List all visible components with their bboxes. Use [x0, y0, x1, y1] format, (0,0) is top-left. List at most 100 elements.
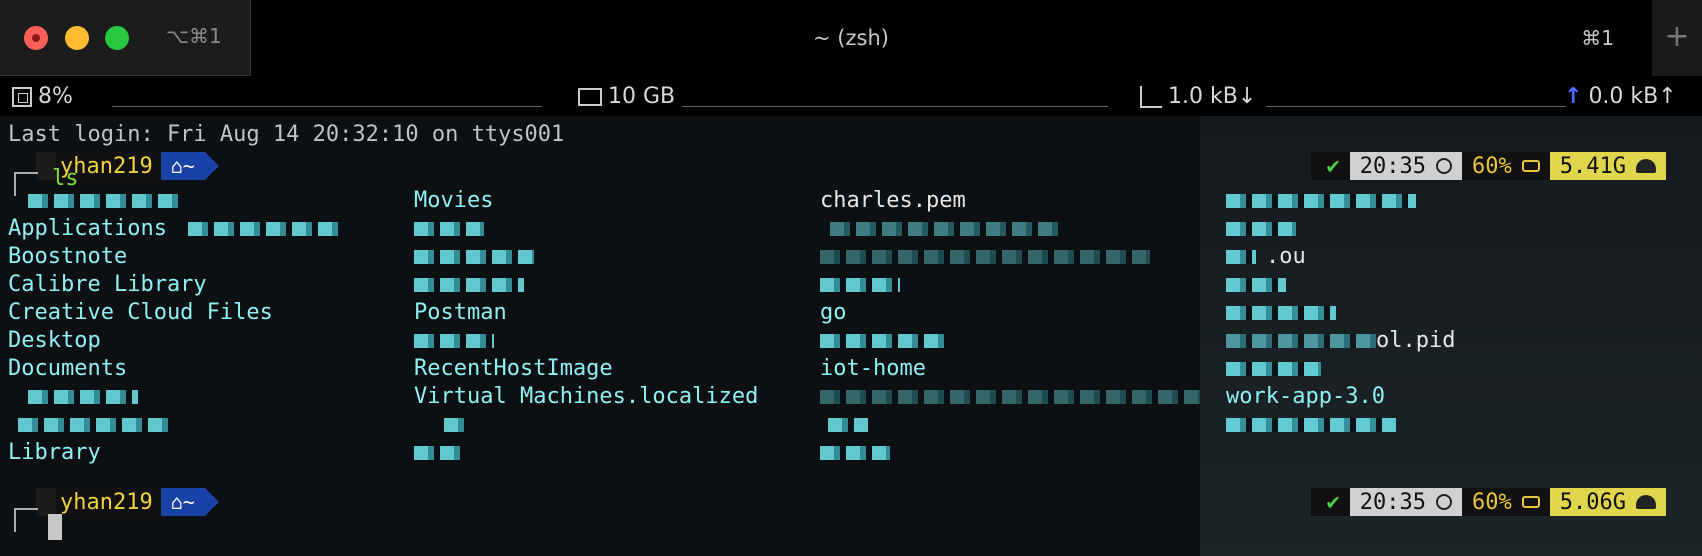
list-item: work-app-3.0 [1226, 384, 1385, 409]
list-item: go [820, 300, 847, 325]
net-graph [1266, 106, 1566, 107]
redacted-block [1226, 362, 1321, 376]
gauge-icon [1636, 495, 1656, 509]
prompt-memory: 5.41G [1549, 152, 1666, 180]
list-item: RecentHostImage [414, 356, 613, 381]
redacted-block [820, 250, 1150, 264]
status-bar: 8% 10 GB 1.0 kB↓ ↑ 0.0 kB↑ [0, 76, 1702, 116]
net-up-status: ↑ 0.0 kB↑ [1564, 84, 1677, 109]
redacted-block [1226, 418, 1396, 432]
apple-icon [36, 488, 56, 516]
command-text: ls [52, 166, 79, 191]
memory-status: 10 GB [578, 84, 675, 109]
memory-graph [682, 106, 1108, 107]
clock-icon [1436, 494, 1453, 510]
list-item: iot-home [820, 356, 926, 381]
prompt-battery: 60% [1462, 152, 1550, 180]
list-item: charles.pem [820, 188, 966, 213]
cpu-value: 8% [38, 84, 73, 109]
prompt-2: yhan219 ⌂ ~ [36, 488, 219, 516]
upload-icon: ↑ [1564, 84, 1583, 109]
redacted-block [820, 334, 950, 348]
tab-number: ⌘1 [1581, 26, 1614, 50]
prompt-arrow [204, 152, 219, 180]
redacted-block [1226, 334, 1376, 348]
time-value: 20:35 [1359, 153, 1427, 179]
list-item: Applications [8, 216, 167, 241]
net-down-status: 1.0 kB↓ [1140, 84, 1256, 109]
list-item: ol.pid [1376, 328, 1456, 353]
prompt-arrow [204, 488, 219, 516]
prompt-time: 20:35 [1349, 488, 1463, 516]
redacted-block [1226, 278, 1286, 292]
right-prompt-1: ✔ 20:35 60% 5.41G [1310, 152, 1666, 180]
redacted-block [1226, 222, 1296, 236]
redacted-block [28, 390, 138, 404]
redacted-block [414, 446, 464, 460]
network-icon [1140, 85, 1162, 108]
cpu-graph [112, 106, 542, 107]
list-item: Library [8, 440, 101, 465]
clock-icon [1436, 158, 1453, 174]
redacted-block [188, 222, 338, 236]
redacted-block [414, 222, 484, 236]
terminal-window: ⌥⌘1 ~ (zsh) ⌘1 + 8% 10 GB 1.0 kB↓ ↑ 0.0 … [0, 0, 1702, 556]
battery-value: 60% [1472, 489, 1512, 515]
mem-value: 5.41G [1559, 153, 1626, 179]
redacted-block [414, 250, 534, 264]
mem-value: 5.06G [1559, 489, 1626, 515]
list-item: Movies [414, 188, 494, 213]
net-down-value: 1.0 kB↓ [1168, 84, 1257, 109]
battery-icon [1521, 160, 1540, 172]
battery-icon [1521, 496, 1540, 508]
redacted-block [1226, 250, 1256, 264]
terminal-body[interactable]: Last login: Fri Aug 14 20:32:10 on ttys0… [0, 116, 1702, 556]
redacted-block [444, 418, 464, 432]
list-item: Boostnote [8, 244, 128, 269]
list-item: .ou [1266, 244, 1306, 269]
memory-icon [578, 87, 602, 106]
list-item: Documents [8, 356, 128, 381]
last-login-line: Last login: Fri Aug 14 20:32:10 on ttys0… [8, 122, 565, 147]
list-item: Postman [414, 300, 507, 325]
title-bar: ⌥⌘1 ~ (zsh) ⌘1 + [0, 0, 1702, 76]
list-item: Desktop [8, 328, 101, 353]
redacted-block [830, 222, 1060, 236]
prompt-dir: ⌂ ~ [160, 152, 205, 180]
net-up-value: 0.0 kB↑ [1588, 84, 1677, 109]
prompt-corner [14, 172, 38, 196]
prompt-memory: 5.06G [1549, 488, 1666, 516]
redacted-block [820, 390, 1200, 404]
list-item: Calibre Library [8, 272, 207, 297]
battery-value: 60% [1472, 153, 1512, 179]
redacted-block [28, 194, 178, 208]
redacted-block [820, 278, 900, 292]
redacted-block [820, 446, 890, 460]
dir-label: ~ [182, 490, 195, 514]
dir-label: ~ [182, 154, 195, 178]
text-cursor[interactable] [48, 514, 62, 540]
list-item: Virtual Machines.localized [414, 384, 759, 409]
redacted-block [414, 278, 524, 292]
success-check-icon: ✔ [1310, 488, 1350, 516]
prompt-corner [14, 508, 38, 532]
prompt-dir: ⌂ ~ [160, 488, 205, 516]
right-prompt-2: ✔ 20:35 60% 5.06G [1310, 488, 1666, 516]
memory-value: 10 GB [608, 84, 676, 109]
window-title: ~ (zsh) [813, 26, 889, 50]
prompt-time: 20:35 [1349, 152, 1463, 180]
list-item: Creative Cloud Files [8, 300, 273, 325]
success-check-icon: ✔ [1310, 152, 1350, 180]
time-value: 20:35 [1359, 489, 1427, 515]
gauge-icon [1636, 159, 1656, 173]
redacted-block [1226, 306, 1336, 320]
redacted-block [414, 334, 494, 348]
cpu-icon [12, 86, 32, 107]
cpu-status: 8% [12, 84, 73, 109]
new-tab-button[interactable]: + [1652, 0, 1702, 76]
redacted-block [1226, 194, 1416, 208]
redacted-block [828, 418, 868, 432]
prompt-user: yhan219 [56, 488, 161, 516]
redacted-block [18, 418, 168, 432]
prompt-battery: 60% [1462, 488, 1550, 516]
